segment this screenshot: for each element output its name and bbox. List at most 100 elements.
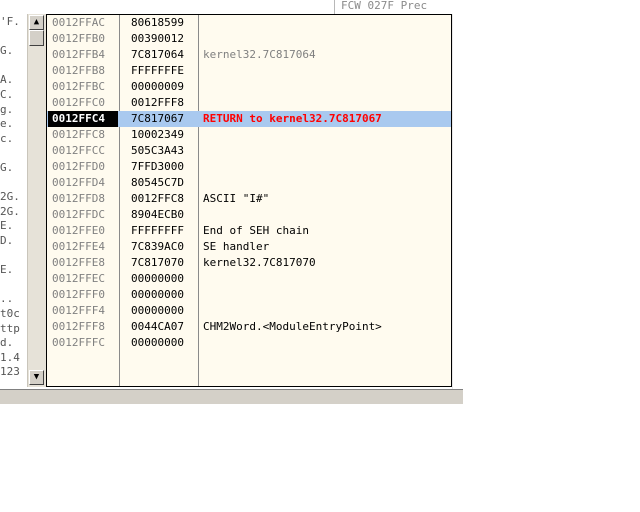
horizontal-bar [0, 389, 463, 404]
stack-row[interactable]: 0012FFDC 8904ECB0 [47, 207, 451, 223]
gutter-fragment [0, 175, 26, 191]
stack-address: 0012FFB8 [52, 64, 105, 77]
stack-row[interactable]: 0012FFEC 00000000 [47, 271, 451, 287]
stack-comment: End of SEH chain [203, 224, 309, 237]
gutter-fragment: .. [0, 292, 14, 306]
gutter-fragment: t0c [0, 307, 20, 320]
gutter-fragment: 2G. [0, 204, 20, 218]
gutter-fragment [0, 248, 26, 264]
stack-comment: RETURN to kernel32.7C817067 [203, 112, 382, 125]
stack-address: 0012FFD0 [52, 160, 105, 173]
stack-value: 8904ECB0 [131, 208, 184, 221]
stack-row[interactable]: 0012FFAC 80618599 [47, 15, 451, 31]
stack-address: 0012FFC0 [52, 96, 105, 109]
registers-strip-text: FCW 027F Prec [341, 0, 428, 12]
stack-comment: ASCII "I#" [203, 192, 270, 205]
stack-value: 7C817067 [131, 112, 184, 125]
stack-row-selected[interactable]: 0012FFC4 7C817067 RETURN to kernel32.7C817… [47, 111, 451, 127]
gutter-fragment: D. [0, 234, 14, 247]
stack-row[interactable]: 0012FFB4 7C817064 kernel32.7C817064 [47, 47, 451, 63]
stack-row[interactable]: 0012FFC8 10002349 [47, 127, 451, 143]
stack-value: 00000000 [131, 304, 184, 317]
stack-value: 00000000 [131, 336, 184, 349]
stack-row[interactable]: 0012FFF4 00000000 [47, 303, 451, 319]
stack-row[interactable]: 0012FFD0 7FFD3000 [47, 159, 451, 175]
gutter-fragment: ttp [0, 321, 20, 335]
gutter-fragment [0, 145, 26, 161]
stack-address: 0012FFDC [52, 208, 105, 221]
stack-address: 0012FFE0 [52, 224, 105, 237]
registers-strip: FCW 027F Prec [334, 0, 464, 14]
stack-address: 0012FFD8 [52, 192, 105, 205]
gutter-fragment: 1.4 [0, 350, 20, 364]
stack-address: 0012FFB4 [52, 48, 105, 61]
stack-value: FFFFFFFE [131, 64, 184, 77]
stack-address: 0012FFD4 [52, 176, 105, 189]
gutter-fragment: c. [0, 131, 14, 145]
stack-value: 7C817070 [131, 256, 184, 269]
gutter-fragment: E. [0, 219, 14, 233]
left-pane-edge: 'F. G. A. C. g. e. c. G. 2G. 2G. E. D. E... t0c ttp d. 1… [0, 0, 26, 392]
stack-address: 0012FFCC [52, 144, 105, 157]
stack-row[interactable]: 0012FFFC 00000000 [47, 335, 451, 351]
stack-value: 0012FFC8 [131, 192, 184, 205]
up-arrow-icon: ▲ [33, 17, 40, 27]
stack-value: 00390012 [131, 32, 184, 45]
scroll-up-button[interactable]: ▲ [29, 15, 44, 30]
stack-value: 0012FFF8 [131, 96, 184, 109]
gutter-fragment: g. [0, 102, 14, 116]
stack-comment: kernel32.7C817064 [203, 48, 316, 61]
stack-address: 0012FFE4 [52, 240, 105, 253]
stack-value: 505C3A43 [131, 144, 184, 157]
stack-value: 00000000 [131, 288, 184, 301]
stack-row[interactable]: 0012FFF8 0044CA07 CHM2Word.<ModuleEntryPoi… [47, 319, 451, 335]
stack-row[interactable]: 0012FFB8 FFFFFFFE [47, 63, 451, 79]
gutter-fragment [0, 58, 26, 74]
stack-value: 7C817064 [131, 48, 184, 61]
stack-row[interactable]: 0012FFE0 FFFFFFFF End of SEH chain [47, 223, 451, 239]
scroll-thumb[interactable] [29, 30, 44, 46]
stack-address: 0012FFE8 [52, 256, 105, 269]
stack-row[interactable]: 0012FFF0 00000000 [47, 287, 451, 303]
stack-address: 0012FFBC [52, 80, 105, 93]
gutter-fragment: 2G. [0, 190, 20, 204]
stack-value: 80618599 [131, 16, 184, 29]
gutter-fragment: G. [0, 44, 14, 58]
gutter-fragment: A. [0, 73, 14, 87]
gutter-fragment [0, 29, 26, 45]
stack-value: 00000000 [131, 272, 184, 285]
stack-value: 7FFD3000 [131, 160, 184, 173]
stack-address: 0012FFB0 [52, 32, 105, 45]
stack-row[interactable]: 0012FFB0 00390012 [47, 31, 451, 47]
stack-row[interactable]: 0012FFD8 0012FFC8 ASCII "I#" [47, 191, 451, 207]
panel-right-edge [452, 14, 464, 389]
gutter-fragment: C. [0, 88, 14, 101]
stack-value: 7C839AC0 [131, 240, 184, 253]
down-arrow-icon: ▼ [33, 372, 40, 382]
gutter-fragment: d. [0, 336, 14, 350]
gutter-fragment: E. [0, 263, 14, 277]
stack-value: 0044CA07 [131, 320, 184, 333]
stack-dump-panel[interactable]: 0012FFAC 80618599 0012FFB0 00390012 0012FFB4… [46, 14, 452, 387]
stack-address: 0012FFC4 [48, 111, 118, 127]
stack-row[interactable]: 0012FFCC 505C3A43 [47, 143, 451, 159]
stack-row[interactable]: 0012FFE4 7C839AC0 SE handler [47, 239, 451, 255]
stack-address: 0012FFF4 [52, 304, 105, 317]
stack-comment: SE handler [203, 240, 270, 253]
stack-address: 0012FFF8 [52, 320, 105, 333]
stack-value: FFFFFFFF [131, 224, 184, 237]
stack-address: 0012FFF0 [52, 288, 105, 301]
gutter-fragment: 123 [0, 365, 20, 379]
stack-value: 10002349 [131, 128, 184, 141]
stack-address: 0012FFFC [52, 336, 105, 349]
scroll-down-button[interactable]: ▼ [29, 370, 44, 385]
stack-comment: CHM2Word.<ModuleEntryPoint> [203, 320, 382, 333]
stack-row[interactable]: 0012FFD4 80545C7D [47, 175, 451, 191]
gutter-fragment: 'F. [0, 15, 20, 28]
vertical-scrollbar[interactable]: ▲ ▼ [27, 14, 46, 387]
stack-row[interactable]: 0012FFC0 0012FFF8 [47, 95, 451, 111]
stack-comment: kernel32.7C817070 [203, 256, 316, 269]
stack-row[interactable]: 0012FFBC 00000009 [47, 79, 451, 95]
gutter-fragment: e. [0, 117, 14, 131]
stack-row[interactable]: 0012FFE8 7C817070 kernel32.7C817070 [47, 255, 451, 271]
